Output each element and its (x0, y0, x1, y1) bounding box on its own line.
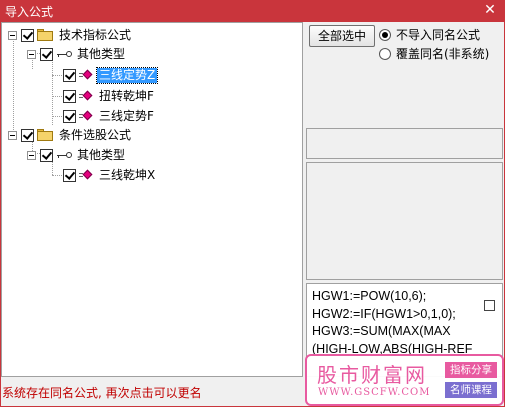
collapse-toggle-icon[interactable] (8, 130, 17, 140)
code-view-checkbox[interactable] (484, 300, 495, 311)
tree-item-sanxian-dingshi-z[interactable]: 三线定势Z (63, 66, 159, 84)
radio-no-import-duplicate[interactable]: 不导入同名公式 (379, 26, 480, 43)
code-line: HGW2:=IF(HGW1>0,1,0); (312, 306, 456, 321)
tree-connector (52, 96, 62, 97)
tree-item-label: 扭转乾坤F (99, 88, 154, 103)
radio-checked-icon[interactable] (379, 28, 391, 41)
status-message: 系统存在同名公式, 再次点击可以更名 (2, 386, 202, 400)
code-line: HGW3:=SUM(MAX(MAX (312, 324, 451, 338)
tree-connector (52, 116, 62, 117)
radio-label: 不导入同名公式 (396, 28, 481, 42)
info-field (306, 128, 503, 159)
tree-connector (13, 38, 14, 140)
checkbox[interactable] (21, 28, 34, 42)
checkbox[interactable] (63, 68, 76, 82)
key-icon (56, 49, 72, 59)
checkbox[interactable] (21, 128, 34, 142)
collapse-toggle-icon[interactable] (8, 30, 17, 40)
formula-gem-icon (79, 90, 93, 102)
watermark-logo: 股市财富网 WWW.GSCFW.COM 指标分享 名师课程 (305, 354, 504, 406)
checkbox[interactable] (63, 109, 76, 123)
tree-item-niuzhuan-qiankun-f[interactable]: 扭转乾坤F (63, 88, 156, 104)
tree-node-other-types[interactable]: 其他类型 (27, 46, 127, 62)
tree-node-label: 条件选股公式 (59, 127, 132, 142)
watermark-tag-teacher-course: 名师课程 (445, 382, 497, 398)
collapse-toggle-icon[interactable] (27, 150, 36, 160)
folder-icon (37, 29, 53, 41)
tree-node-stock-selection[interactable]: 条件选股公式 (8, 127, 133, 143)
checkbox[interactable] (63, 89, 76, 103)
key-icon (56, 150, 72, 160)
formula-gem-icon (79, 110, 93, 122)
tree-connector (52, 75, 62, 76)
tree-node-technical-indicators[interactable]: 技术指标公式 (8, 27, 133, 43)
tree-node-label: 其他类型 (77, 147, 126, 162)
window-title: 导入公式 (5, 5, 54, 19)
radio-unchecked-icon[interactable] (379, 47, 391, 60)
select-all-button[interactable]: 全部选中 (309, 25, 375, 47)
formula-gem-icon (79, 69, 93, 81)
watermark-site-name: 股市财富网 (317, 363, 427, 387)
close-icon[interactable]: ✕ (481, 1, 499, 19)
formula-tree[interactable]: 技术指标公式 其他类型 三线定势Z 扭转乾坤F 三线定势F 条件选股公式 其他类… (1, 22, 303, 377)
title-bar[interactable]: 导入公式 ✕ (0, 0, 505, 22)
tree-node-label: 其他类型 (77, 46, 126, 61)
radio-overwrite-duplicate[interactable]: 覆盖同名(非系统) (379, 45, 489, 62)
collapse-toggle-icon[interactable] (27, 49, 36, 59)
tree-item-label: 三线定势Z (95, 66, 159, 84)
tree-node-other-types-2[interactable]: 其他类型 (27, 147, 127, 163)
import-formula-dialog: 导入公式 ✕ 技术指标公式 其他类型 三线定势Z 扭转乾坤F 三线定势F 条件选… (0, 0, 505, 407)
checkbox[interactable] (40, 47, 53, 61)
watermark-url: WWW.GSCFW.COM (318, 387, 431, 398)
formula-gem-icon (79, 169, 93, 181)
watermark-tag-indicator-share: 指标分享 (445, 362, 497, 378)
checkbox[interactable] (40, 148, 53, 162)
radio-label: 覆盖同名(非系统) (396, 47, 490, 61)
description-panel (306, 162, 503, 280)
code-line: HGW1:=POW(10,6); (312, 289, 427, 303)
tree-item-label: 三线定势F (99, 108, 154, 123)
tree-node-label: 技术指标公式 (59, 27, 132, 42)
dialog-client-area: 技术指标公式 其他类型 三线定势Z 扭转乾坤F 三线定势F 条件选股公式 其他类… (1, 22, 504, 406)
folder-icon (37, 129, 53, 141)
tree-item-sanxian-dingshi-f[interactable]: 三线定势F (63, 108, 156, 124)
checkbox[interactable] (63, 168, 76, 182)
tree-item-sanxian-qiankun-x[interactable]: 三线乾坤X (63, 167, 157, 183)
tree-item-label: 三线乾坤X (99, 167, 156, 182)
tree-connector (52, 175, 62, 176)
